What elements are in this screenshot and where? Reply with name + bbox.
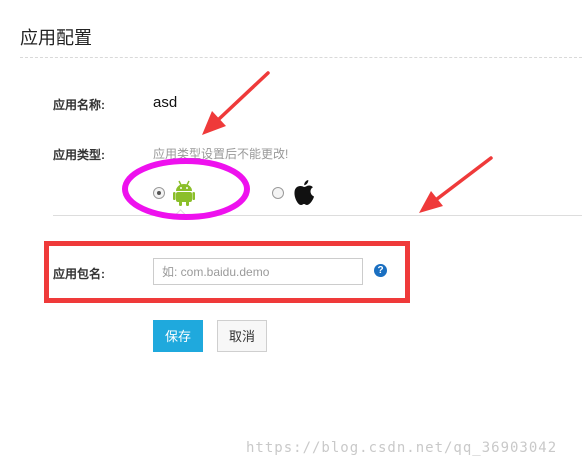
android-radio[interactable]: [153, 187, 165, 199]
watermark: https://blog.csdn.net/qq_36903042: [246, 440, 558, 456]
annotation-red-box: [44, 241, 410, 303]
annotation-overlay: [122, 71, 493, 220]
apple-icon: [294, 180, 314, 205]
annotation-arrow-right: [419, 156, 493, 213]
app-name-value: asd: [153, 94, 178, 111]
save-button[interactable]: 保存: [153, 320, 203, 352]
ios-radio[interactable]: [272, 187, 284, 199]
annotation-arrow-left: [202, 71, 270, 135]
title-divider: [20, 57, 582, 58]
app-type-note: 应用类型设置后不能更改!: [153, 147, 289, 161]
section-divider: [53, 215, 582, 216]
cancel-button[interactable]: 取消: [217, 320, 267, 352]
android-radio-option[interactable]: [153, 178, 195, 208]
ios-radio-option[interactable]: [272, 178, 316, 208]
page-title: 应用配置: [20, 28, 92, 48]
android-icon: [173, 180, 195, 206]
app-name-label: 应用名称:: [53, 98, 105, 112]
app-type-label: 应用类型:: [53, 148, 105, 162]
